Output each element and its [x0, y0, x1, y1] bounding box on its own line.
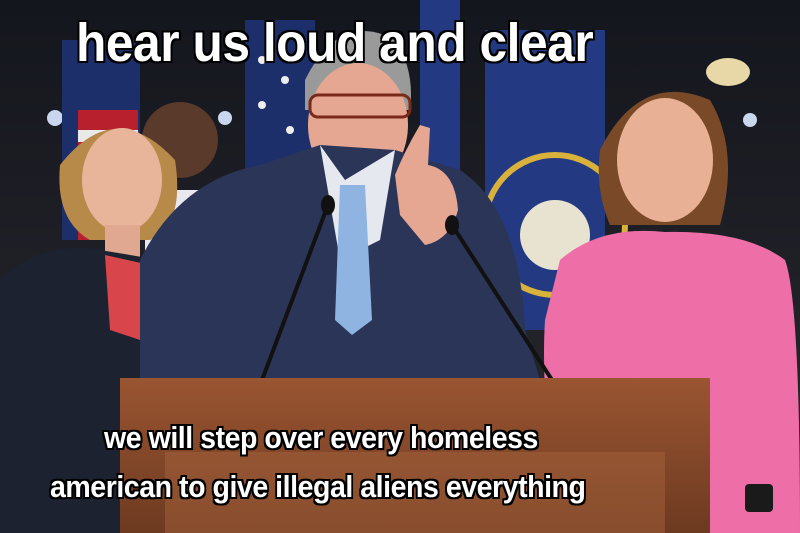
- ceiling-light: [47, 110, 63, 126]
- bottom-caption-line-1: we will step over every homeless: [104, 420, 538, 455]
- ceiling-light: [218, 111, 232, 125]
- top-caption: hear us loud and clear: [76, 13, 594, 73]
- ceiling-light: [706, 58, 750, 86]
- bottom-caption-line-2: american to give illegal aliens everythi…: [50, 469, 586, 504]
- ceiling-light: [743, 113, 757, 127]
- meme-image: hear us loud and clear we will step over…: [0, 0, 800, 533]
